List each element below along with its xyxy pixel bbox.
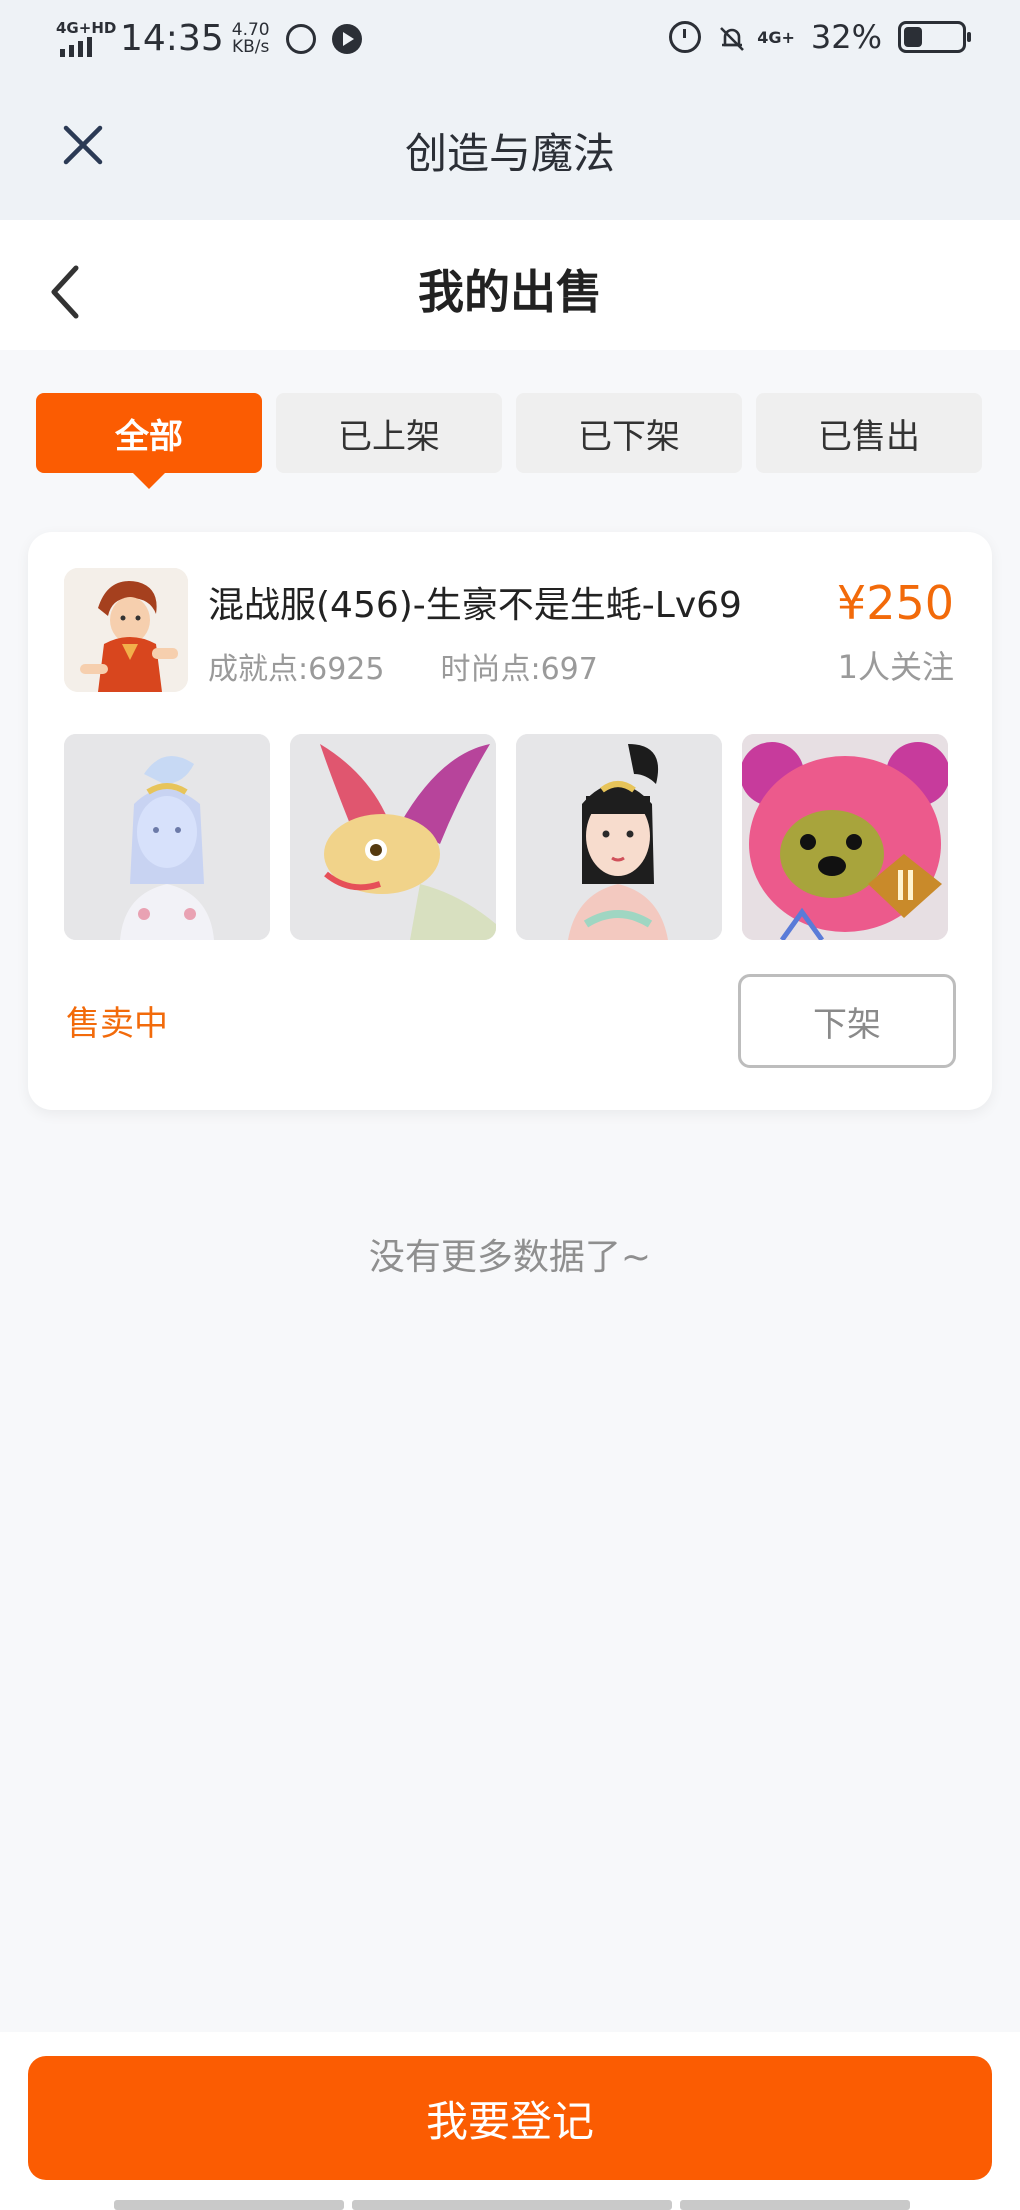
network-type-right: 4G+ (757, 27, 795, 47)
follower-count: 1人关注 (837, 648, 954, 686)
register-button[interactable]: 我要登记 (28, 2056, 992, 2180)
listing-status: 售卖中 (66, 1004, 168, 1044)
achievement-points: 成就点:6925 (208, 652, 385, 687)
mute-icon (717, 24, 745, 51)
thumbnail-row (64, 734, 948, 940)
pet-thumbnail[interactable] (742, 734, 948, 940)
filter-tabs: 全部 已上架 已下架 已售出 (36, 393, 982, 489)
network-speed: 4.70 KB/s (231, 19, 270, 57)
status-right: 4G+ 32% (669, 18, 971, 56)
listing-title: 混战服(456)-生豪不是生蚝-Lv69 (208, 585, 742, 626)
dragon-thumbnail[interactable] (290, 734, 496, 940)
app-title: 创造与魔法 (404, 129, 615, 178)
app-bar: 创造与魔法 (0, 80, 1020, 220)
costume-thumbnail[interactable] (64, 734, 270, 940)
listing-card[interactable]: 混战服(456)-生豪不是生蚝-Lv69 成就点:6925 时尚点:697 ¥25… (28, 532, 992, 1110)
character-thumbnail[interactable] (516, 734, 722, 940)
character-avatar (64, 568, 188, 692)
status-bar: 4G+HD 14:35 4.70 KB/s 4G+ 32% (0, 0, 1020, 80)
network-type: 4G+HD (56, 18, 117, 37)
bottom-bar: 我要登记 (0, 2032, 1020, 2210)
speed-unit: KB/s (231, 36, 270, 57)
page-title: 我的出售 (418, 265, 602, 319)
battery-icon (898, 21, 971, 53)
listing-price: ¥250 (836, 576, 954, 630)
listing-stats: 成就点:6925 时尚点:697 (208, 644, 598, 688)
delist-button[interactable]: 下架 (738, 974, 956, 1068)
tab-sold[interactable]: 已售出 (756, 393, 982, 473)
battery-percent: 32% (810, 18, 882, 56)
page-header: 我的出售 (0, 220, 1020, 350)
fashion-points: 时尚点:697 (440, 652, 598, 687)
clock: 14:35 (120, 18, 224, 59)
signal-icon: 4G+HD (56, 19, 116, 59)
empty-hint: 没有更多数据了~ (368, 1237, 652, 1278)
play-icon (331, 23, 362, 54)
status-left: 4G+HD 14:35 4.70 KB/s (56, 18, 362, 59)
speed-value: 4.70 (231, 19, 270, 40)
data-saver-icon (285, 23, 316, 54)
tab-delisted[interactable]: 已下架 (516, 393, 742, 473)
alarm-icon (669, 21, 702, 53)
tab-all[interactable]: 全部 (36, 393, 262, 489)
nav-indicator (114, 2200, 910, 2210)
tab-listed[interactable]: 已上架 (276, 393, 502, 473)
